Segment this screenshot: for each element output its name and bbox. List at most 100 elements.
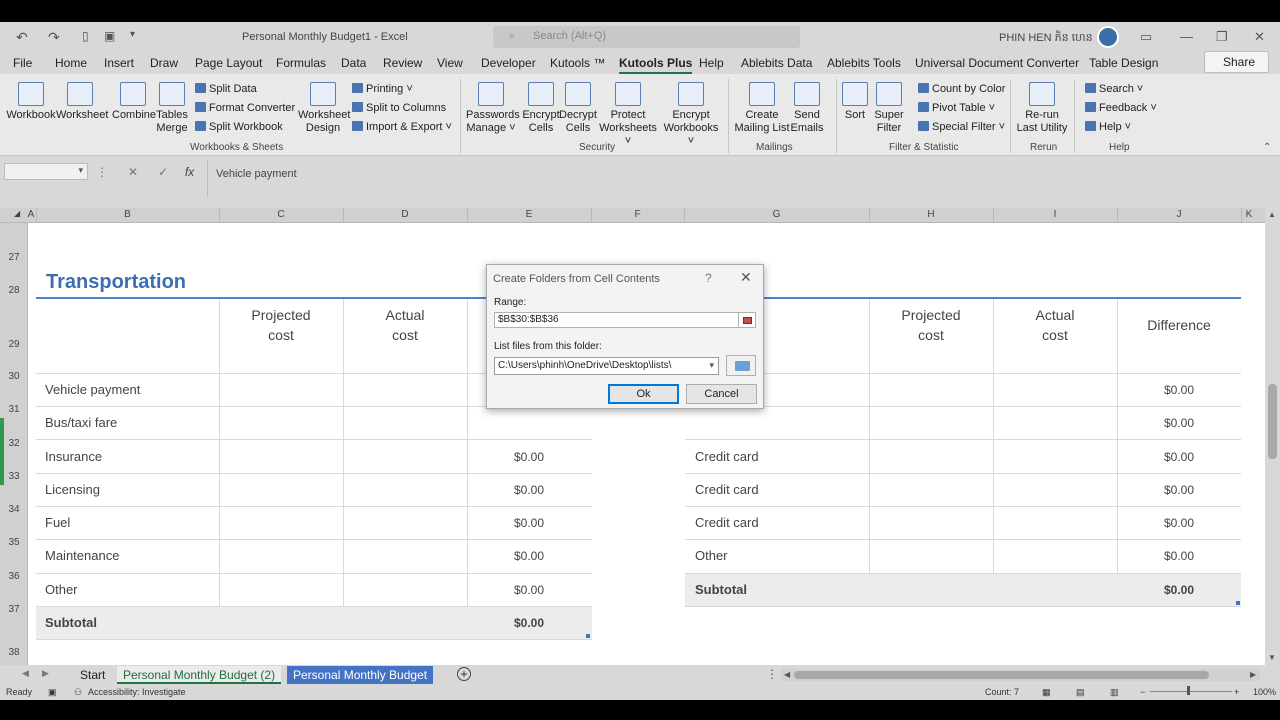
- table-resize-handle[interactable]: [586, 634, 590, 638]
- horizontal-scrollbar[interactable]: ◀ ▶: [782, 669, 1260, 681]
- cell-subtotal-left[interactable]: Subtotal: [45, 615, 97, 630]
- row-header-29[interactable]: 29: [0, 339, 28, 350]
- row-header-33[interactable]: 33: [0, 471, 28, 482]
- cell-e33[interactable]: $0.00: [467, 483, 591, 497]
- sort-button[interactable]: Sort: [841, 82, 869, 122]
- browse-folder-button[interactable]: [726, 355, 756, 376]
- tab-help[interactable]: Help: [699, 56, 724, 70]
- row-header-32[interactable]: 32: [0, 438, 28, 449]
- cell-licensing[interactable]: Licensing: [45, 482, 100, 497]
- redo-icon[interactable]: ↷: [48, 29, 60, 46]
- ribbon-display-icon[interactable]: ▭: [1140, 29, 1152, 45]
- row-header-37[interactable]: 37: [0, 604, 28, 615]
- format-converter-button[interactable]: Format Converter: [195, 102, 295, 114]
- tab-data[interactable]: Data: [341, 56, 366, 70]
- column-header-b[interactable]: B: [36, 209, 219, 220]
- split-data-button[interactable]: Split Data: [195, 83, 257, 95]
- tab-insert[interactable]: Insert: [104, 56, 134, 70]
- cell-j31[interactable]: $0.00: [1117, 416, 1241, 430]
- vertical-scrollbar[interactable]: ▲ ▼: [1265, 208, 1280, 665]
- ok-button[interactable]: Ok: [608, 384, 679, 404]
- close-icon[interactable]: ✕: [740, 269, 752, 286]
- count-by-color-button[interactable]: Count by Color: [918, 83, 1005, 95]
- page-layout-view-icon[interactable]: ▤: [1076, 687, 1085, 698]
- tab-kutools-plus[interactable]: Kutools Plus: [619, 56, 693, 74]
- zoom-level[interactable]: 100%: [1253, 687, 1276, 697]
- row-header-28[interactable]: 28: [0, 285, 28, 296]
- confirm-entry-icon[interactable]: ✓: [158, 165, 168, 179]
- cancel-button[interactable]: Cancel: [686, 384, 757, 404]
- tab-home[interactable]: Home: [55, 56, 87, 70]
- tab-file[interactable]: File: [13, 56, 32, 70]
- name-box[interactable]: ▾: [4, 163, 88, 180]
- special-filter-button[interactable]: Special Filter ˅: [918, 121, 1005, 133]
- save-icon[interactable]: ▣: [104, 29, 115, 43]
- select-all-icon[interactable]: ◢: [14, 209, 20, 218]
- collapse-ribbon-icon[interactable]: ⌃: [1263, 142, 1271, 153]
- send-emails-button[interactable]: Send Emails: [789, 82, 825, 135]
- next-sheet-icon[interactable]: ▶: [42, 668, 49, 679]
- page-break-view-icon[interactable]: ▥: [1110, 687, 1119, 698]
- cell-credit-card[interactable]: Credit card: [695, 515, 759, 530]
- tab-formulas[interactable]: Formulas: [276, 56, 326, 70]
- range-picker-button[interactable]: [738, 312, 756, 328]
- tables-merge-button[interactable]: Tables Merge: [156, 82, 188, 135]
- kutools-search-button[interactable]: Search ˅: [1085, 83, 1143, 95]
- cell-e32[interactable]: $0.00: [467, 450, 591, 464]
- cell-other[interactable]: Other: [45, 582, 78, 597]
- sheet-tab-start[interactable]: Start: [74, 666, 112, 684]
- restore-icon[interactable]: ❐: [1216, 29, 1228, 45]
- vertical-scroll-thumb[interactable]: [1268, 384, 1277, 459]
- insert-function-icon[interactable]: fx: [185, 165, 194, 179]
- cell-e34[interactable]: $0.00: [467, 516, 591, 530]
- accessibility-status[interactable]: Accessibility: Investigate: [88, 687, 186, 697]
- import-export-button[interactable]: Import & Export ˅: [352, 121, 452, 133]
- cell-subtotal-right[interactable]: Subtotal: [695, 582, 747, 597]
- decrypt-cells-button[interactable]: Decrypt Cells: [559, 82, 597, 135]
- help-icon[interactable]: ?: [705, 271, 712, 285]
- undo-icon[interactable]: ↶: [16, 29, 28, 46]
- column-header-k[interactable]: K: [1241, 209, 1257, 220]
- tab-page-layout[interactable]: Page Layout: [195, 56, 262, 70]
- help-button[interactable]: Help ˅: [1085, 121, 1131, 133]
- cancel-entry-icon[interactable]: ✕: [128, 165, 138, 179]
- scroll-left-icon[interactable]: ◀: [784, 670, 790, 679]
- cell-vehicle-payment[interactable]: Vehicle payment: [45, 382, 140, 397]
- encrypt-workbooks-button[interactable]: Encrypt Workbooks ˅: [660, 82, 722, 148]
- column-header-j[interactable]: J: [1117, 209, 1241, 220]
- pivot-table-button[interactable]: Pivot Table ˅: [918, 102, 995, 114]
- normal-view-icon[interactable]: ▦: [1042, 687, 1051, 698]
- tab-review[interactable]: Review: [383, 56, 422, 70]
- share-button[interactable]: Share: [1204, 51, 1269, 73]
- macro-record-icon[interactable]: ▣: [48, 687, 57, 698]
- column-header-d[interactable]: D: [343, 209, 467, 220]
- cell-maintenance[interactable]: Maintenance: [45, 548, 119, 563]
- range-input[interactable]: $B$30:$B$36: [494, 312, 739, 328]
- zoom-slider[interactable]: [1150, 691, 1232, 692]
- formula-input[interactable]: Vehicle payment: [207, 160, 1273, 197]
- feedback-button[interactable]: Feedback ˅: [1085, 102, 1157, 114]
- zoom-slider-thumb[interactable]: [1187, 686, 1190, 695]
- row-header-30[interactable]: 30: [0, 371, 28, 382]
- scroll-up-icon[interactable]: ▲: [1268, 210, 1276, 219]
- split-to-columns-button[interactable]: Split to Columns: [352, 102, 446, 114]
- printing-button[interactable]: Printing ˅: [352, 83, 413, 95]
- rerun-last-utility-button[interactable]: Re-run Last Utility: [1015, 82, 1069, 135]
- cell-insurance[interactable]: Insurance: [45, 449, 102, 464]
- row-header-38[interactable]: 38: [0, 647, 28, 658]
- tab-draw[interactable]: Draw: [150, 56, 178, 70]
- cell-j33[interactable]: $0.00: [1117, 483, 1241, 497]
- tab-table-design[interactable]: Table Design: [1089, 56, 1158, 70]
- column-header-e[interactable]: E: [467, 209, 591, 220]
- table-resize-handle[interactable]: [1236, 601, 1240, 605]
- row-header-31[interactable]: 31: [0, 404, 28, 415]
- cell-j34[interactable]: $0.00: [1117, 516, 1241, 530]
- combine-button[interactable]: Combine: [112, 82, 156, 122]
- cell-credit-card[interactable]: Credit card: [695, 482, 759, 497]
- new-file-icon[interactable]: ▯: [82, 29, 89, 43]
- worksheet-button[interactable]: Worksheet: [56, 82, 108, 122]
- column-header-g[interactable]: G: [684, 209, 869, 220]
- workbook-button[interactable]: Workbook: [6, 82, 56, 122]
- cell-j35[interactable]: $0.00: [1117, 549, 1241, 563]
- column-header-h[interactable]: H: [869, 209, 993, 220]
